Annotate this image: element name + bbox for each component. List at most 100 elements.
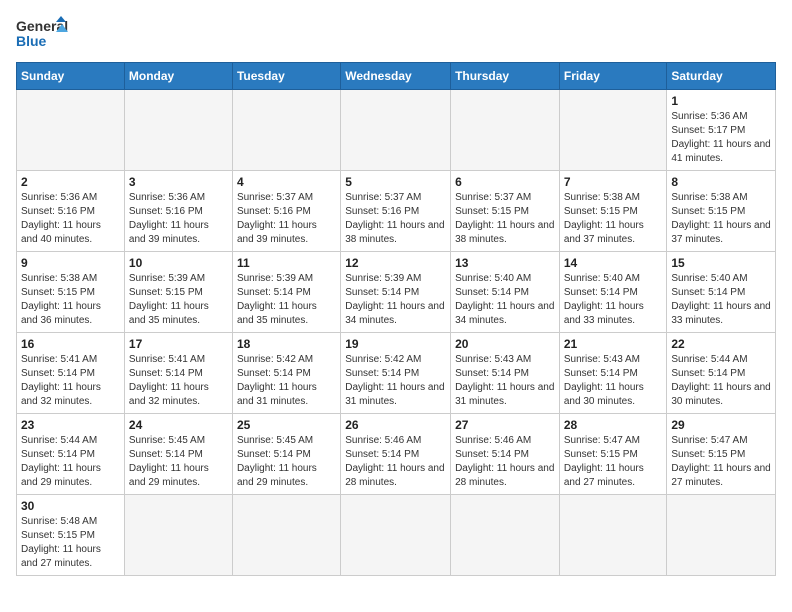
day-number: 27: [455, 418, 555, 432]
calendar-cell: 28Sunrise: 5:47 AMSunset: 5:15 PMDayligh…: [559, 414, 667, 495]
calendar-body: 1 Sunrise: 5:36 AMSunset: 5:17 PMDaylight…: [17, 90, 776, 576]
day-info: Sunrise: 5:41 AMSunset: 5:14 PMDaylight:…: [21, 353, 120, 409]
calendar-cell: 23Sunrise: 5:44 AMSunset: 5:14 PMDayligh…: [17, 414, 125, 495]
day-info: Sunrise: 5:36 AMSunset: 5:17 PMDaylight:…: [671, 110, 771, 166]
day-info: Sunrise: 5:41 AMSunset: 5:14 PMDaylight:…: [129, 353, 228, 409]
page-header: GeneralBlue: [16, 16, 776, 54]
day-number: 26: [345, 418, 446, 432]
logo-svg: GeneralBlue: [16, 16, 68, 54]
day-info: Sunrise: 5:43 AMSunset: 5:14 PMDaylight:…: [564, 353, 663, 409]
day-info: Sunrise: 5:45 AMSunset: 5:14 PMDaylight:…: [237, 434, 336, 490]
day-number: 13: [455, 256, 555, 270]
day-info: Sunrise: 5:46 AMSunset: 5:14 PMDaylight:…: [345, 434, 446, 490]
day-info: Sunrise: 5:37 AMSunset: 5:15 PMDaylight:…: [455, 191, 555, 247]
weekday-header-saturday: Saturday: [667, 63, 776, 90]
day-number: 3: [129, 175, 228, 189]
calendar-cell: 10 Sunrise: 5:39 AMSunset: 5:15 PMDayligh…: [124, 252, 232, 333]
calendar-cell: 19 Sunrise: 5:42 AMSunset: 5:14 PMDayligh…: [341, 333, 451, 414]
day-info: Sunrise: 5:38 AMSunset: 5:15 PMDaylight:…: [671, 191, 771, 247]
day-number: 24: [129, 418, 228, 432]
day-number: 6: [455, 175, 555, 189]
day-number: 30: [21, 499, 120, 513]
calendar-row-3: 9 Sunrise: 5:38 AMSunset: 5:15 PMDaylight…: [17, 252, 776, 333]
day-number: 28: [564, 418, 663, 432]
calendar-cell: [124, 495, 232, 576]
day-number: 1: [671, 94, 771, 108]
day-number: 18: [237, 337, 336, 351]
day-info: Sunrise: 5:45 AMSunset: 5:14 PMDaylight:…: [129, 434, 228, 490]
calendar-cell: 9 Sunrise: 5:38 AMSunset: 5:15 PMDaylight…: [17, 252, 125, 333]
svg-text:Blue: Blue: [16, 33, 47, 49]
day-info: Sunrise: 5:47 AMSunset: 5:15 PMDaylight:…: [671, 434, 771, 490]
calendar-cell: 30Sunrise: 5:48 AMSunset: 5:15 PMDayligh…: [17, 495, 125, 576]
calendar-cell: 27Sunrise: 5:46 AMSunset: 5:14 PMDayligh…: [451, 414, 560, 495]
calendar-cell: 15Sunrise: 5:40 AMSunset: 5:14 PMDayligh…: [667, 252, 776, 333]
day-number: 20: [455, 337, 555, 351]
day-number: 15: [671, 256, 771, 270]
day-info: Sunrise: 5:39 AMSunset: 5:15 PMDaylight:…: [129, 272, 228, 328]
day-info: Sunrise: 5:36 AMSunset: 5:16 PMDaylight:…: [21, 191, 120, 247]
day-number: 14: [564, 256, 663, 270]
day-number: 9: [21, 256, 120, 270]
day-number: 22: [671, 337, 771, 351]
calendar-cell: [451, 495, 560, 576]
weekday-header-thursday: Thursday: [451, 63, 560, 90]
day-number: 19: [345, 337, 446, 351]
day-number: 2: [21, 175, 120, 189]
weekday-header-monday: Monday: [124, 63, 232, 90]
weekday-header-friday: Friday: [559, 63, 667, 90]
calendar-cell: 16 Sunrise: 5:41 AMSunset: 5:14 PMDayligh…: [17, 333, 125, 414]
day-number: 4: [237, 175, 336, 189]
calendar-table: SundayMondayTuesdayWednesdayThursdayFrid…: [16, 62, 776, 576]
day-number: 8: [671, 175, 771, 189]
day-number: 21: [564, 337, 663, 351]
calendar-cell: 22 Sunrise: 5:44 AMSunset: 5:14 PMDayligh…: [667, 333, 776, 414]
calendar-cell: 20 Sunrise: 5:43 AMSunset: 5:14 PMDayligh…: [451, 333, 560, 414]
day-number: 5: [345, 175, 446, 189]
calendar-cell: [232, 90, 340, 171]
day-info: Sunrise: 5:37 AMSunset: 5:16 PMDaylight:…: [345, 191, 446, 247]
calendar-cell: 25 Sunrise: 5:45 AMSunset: 5:14 PMDayligh…: [232, 414, 340, 495]
day-info: Sunrise: 5:44 AMSunset: 5:14 PMDaylight:…: [671, 353, 771, 409]
day-number: 7: [564, 175, 663, 189]
day-info: Sunrise: 5:37 AMSunset: 5:16 PMDaylight:…: [237, 191, 336, 247]
calendar-cell: 13 Sunrise: 5:40 AMSunset: 5:14 PMDayligh…: [451, 252, 560, 333]
day-number: 25: [237, 418, 336, 432]
weekday-header-sunday: Sunday: [17, 63, 125, 90]
day-info: Sunrise: 5:42 AMSunset: 5:14 PMDaylight:…: [345, 353, 446, 409]
day-number: 17: [129, 337, 228, 351]
weekday-header-wednesday: Wednesday: [341, 63, 451, 90]
day-info: Sunrise: 5:40 AMSunset: 5:14 PMDaylight:…: [455, 272, 555, 328]
day-info: Sunrise: 5:39 AMSunset: 5:14 PMDaylight:…: [237, 272, 336, 328]
calendar-cell: 11 Sunrise: 5:39 AMSunset: 5:14 PMDayligh…: [232, 252, 340, 333]
calendar-cell: 6 Sunrise: 5:37 AMSunset: 5:15 PMDaylight…: [451, 171, 560, 252]
day-info: Sunrise: 5:44 AMSunset: 5:14 PMDaylight:…: [21, 434, 120, 490]
calendar-cell: 2 Sunrise: 5:36 AMSunset: 5:16 PMDaylight…: [17, 171, 125, 252]
calendar-cell: 8 Sunrise: 5:38 AMSunset: 5:15 PMDaylight…: [667, 171, 776, 252]
calendar-cell: 21 Sunrise: 5:43 AMSunset: 5:14 PMDayligh…: [559, 333, 667, 414]
calendar-cell: 29Sunrise: 5:47 AMSunset: 5:15 PMDayligh…: [667, 414, 776, 495]
day-info: Sunrise: 5:43 AMSunset: 5:14 PMDaylight:…: [455, 353, 555, 409]
day-number: 16: [21, 337, 120, 351]
day-info: Sunrise: 5:39 AMSunset: 5:14 PMDaylight:…: [345, 272, 446, 328]
calendar-cell: [341, 495, 451, 576]
calendar-cell: [124, 90, 232, 171]
calendar-cell: [451, 90, 560, 171]
logo: GeneralBlue: [16, 16, 68, 54]
calendar-cell: 17 Sunrise: 5:41 AMSunset: 5:14 PMDayligh…: [124, 333, 232, 414]
calendar-cell: 12Sunrise: 5:39 AMSunset: 5:14 PMDayligh…: [341, 252, 451, 333]
calendar-cell: 3 Sunrise: 5:36 AMSunset: 5:16 PMDaylight…: [124, 171, 232, 252]
day-info: Sunrise: 5:36 AMSunset: 5:16 PMDaylight:…: [129, 191, 228, 247]
calendar-cell: [559, 90, 667, 171]
day-number: 11: [237, 256, 336, 270]
calendar-cell: [559, 495, 667, 576]
calendar-row-4: 16 Sunrise: 5:41 AMSunset: 5:14 PMDayligh…: [17, 333, 776, 414]
calendar-cell: [341, 90, 451, 171]
calendar-cell: 7Sunrise: 5:38 AMSunset: 5:15 PMDaylight…: [559, 171, 667, 252]
weekday-header-row: SundayMondayTuesdayWednesdayThursdayFrid…: [17, 63, 776, 90]
day-number: 10: [129, 256, 228, 270]
day-info: Sunrise: 5:40 AMSunset: 5:14 PMDaylight:…: [564, 272, 663, 328]
calendar-cell: [232, 495, 340, 576]
day-info: Sunrise: 5:38 AMSunset: 5:15 PMDaylight:…: [21, 272, 120, 328]
calendar-cell: 4 Sunrise: 5:37 AMSunset: 5:16 PMDaylight…: [232, 171, 340, 252]
